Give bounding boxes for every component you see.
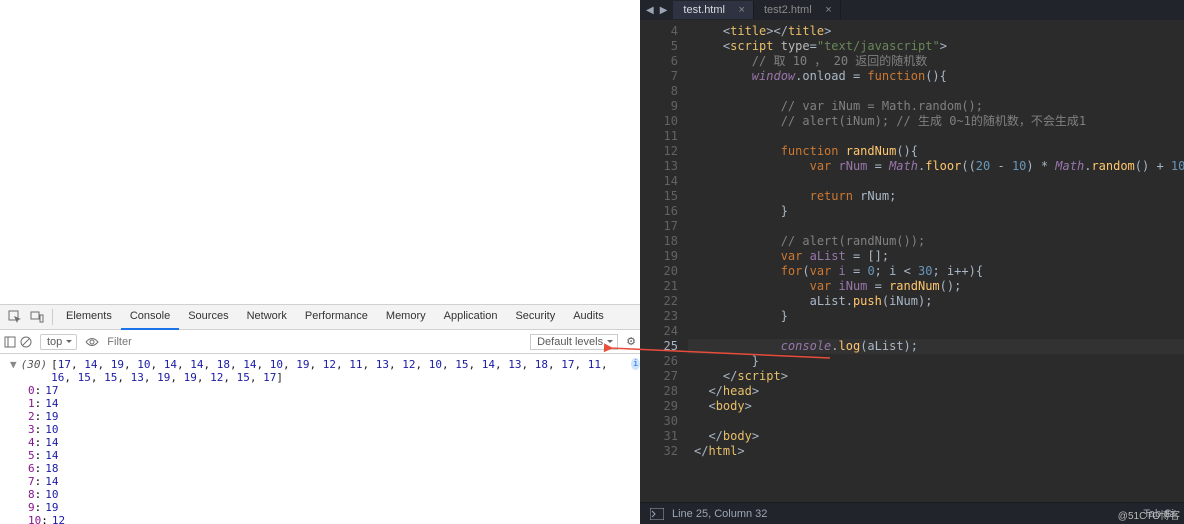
code-line[interactable]	[688, 219, 1184, 234]
devtools-tab-audits[interactable]: Audits	[564, 304, 613, 330]
devtools-tab-console[interactable]: Console	[121, 304, 179, 330]
array-item: 7:14	[28, 475, 640, 488]
code-line[interactable]: for(var i = 0; i < 30; i++){	[688, 264, 1184, 279]
editor-pane: ◀ ▶ test.html×test2.html× 45678910111213…	[640, 0, 1184, 524]
console-toolbar: top Default levels ⚙	[0, 330, 640, 354]
code-line[interactable]: var iNum = randNum();	[688, 279, 1184, 294]
editor-body[interactable]: 4567891011121314151617181920212223242526…	[640, 20, 1184, 502]
nav-back-icon[interactable]: ◀	[646, 5, 654, 16]
array-item: 1:14	[28, 397, 640, 410]
devtools-tab-security[interactable]: Security	[506, 304, 564, 330]
array-item: 8:10	[28, 488, 640, 501]
code-line[interactable]: </script>	[688, 369, 1184, 384]
code-line[interactable]	[688, 324, 1184, 339]
code-line[interactable]: var aList = [];	[688, 249, 1184, 264]
array-item: 0:17	[28, 384, 640, 397]
code-line[interactable]: </html>	[688, 444, 1184, 459]
code-line[interactable]	[688, 84, 1184, 99]
array-preview: [17, 14, 19, 10, 14, 14, 18, 14, 10, 19,…	[51, 358, 623, 384]
devtools-tab-elements[interactable]: Elements	[57, 304, 121, 330]
editor-statusbar: Line 25, Column 32 Tab Si	[640, 502, 1184, 524]
devtools-pane: ElementsConsoleSourcesNetworkPerformance…	[0, 0, 640, 524]
array-length-label: (30)	[21, 358, 48, 384]
code-line[interactable]: aList.push(iNum);	[688, 294, 1184, 309]
editor-titlebar: ◀ ▶ test.html×test2.html×	[640, 0, 1184, 20]
code-line[interactable]	[688, 174, 1184, 189]
console-output[interactable]: ▼ (30) [17, 14, 19, 10, 14, 14, 18, 14, …	[0, 354, 640, 524]
nav-forward-icon[interactable]: ▶	[660, 5, 668, 16]
code-line[interactable]: // alert(randNum());	[688, 234, 1184, 249]
array-item: 9:19	[28, 501, 640, 514]
cursor-position: Line 25, Column 32	[672, 508, 767, 520]
code-line[interactable]: </head>	[688, 384, 1184, 399]
devtools-tabs: ElementsConsoleSourcesNetworkPerformance…	[57, 304, 613, 330]
device-icon[interactable]	[26, 306, 48, 328]
eye-icon[interactable]	[85, 337, 99, 347]
context-selector[interactable]: top	[40, 334, 77, 350]
devtools-tab-performance[interactable]: Performance	[296, 304, 377, 330]
editor-tabs: test.html×test2.html×	[673, 1, 840, 19]
console-icon[interactable]	[650, 508, 664, 520]
code-line[interactable]: <script type="text/javascript">	[688, 39, 1184, 54]
filter-input[interactable]	[107, 336, 526, 348]
array-item: 10:12	[28, 514, 640, 524]
array-item: 4:14	[28, 436, 640, 449]
devtools-tab-memory[interactable]: Memory	[377, 304, 435, 330]
inspect-icon[interactable]	[4, 306, 26, 328]
code-line[interactable]: <title></title>	[688, 24, 1184, 39]
code-line[interactable]: }	[688, 309, 1184, 324]
info-icon[interactable]: i	[631, 358, 640, 370]
code-line[interactable]	[688, 129, 1184, 144]
code-line[interactable]: }	[688, 354, 1184, 369]
array-items: 0:171:142:193:104:145:146:187:148:109:19…	[0, 384, 640, 524]
code-line[interactable]: function randNum(){	[688, 144, 1184, 159]
line-gutter: 4567891011121314151617181920212223242526…	[640, 20, 688, 502]
editor-tab[interactable]: test.html×	[673, 1, 754, 19]
code-line[interactable]: console.log(aList);	[688, 339, 1184, 354]
clear-console-icon[interactable]	[20, 336, 32, 348]
expand-triangle-icon[interactable]: ▼	[10, 358, 17, 384]
close-tab-icon[interactable]: ×	[825, 4, 831, 16]
watermark: @51CTO博客	[1118, 507, 1180, 522]
code-line[interactable]: }	[688, 204, 1184, 219]
devtools-tab-network[interactable]: Network	[238, 304, 296, 330]
code-line[interactable]: </body>	[688, 429, 1184, 444]
code-line[interactable]: window.onload = function(){	[688, 69, 1184, 84]
close-tab-icon[interactable]: ×	[739, 4, 745, 16]
code-area[interactable]: <title></title> <script type="text/javas…	[688, 20, 1184, 502]
array-item: 2:19	[28, 410, 640, 423]
array-item: 3:10	[28, 423, 640, 436]
code-line[interactable]: <body>	[688, 399, 1184, 414]
log-levels-selector[interactable]: Default levels	[530, 334, 618, 350]
array-item: 5:14	[28, 449, 640, 462]
editor-tab[interactable]: test2.html×	[754, 1, 841, 19]
array-summary[interactable]: ▼ (30) [17, 14, 19, 10, 14, 14, 18, 14, …	[0, 358, 640, 384]
code-line[interactable]: return rNum;	[688, 189, 1184, 204]
devtools-tab-application[interactable]: Application	[435, 304, 507, 330]
sidebar-toggle-icon[interactable]	[4, 336, 16, 348]
code-line[interactable]	[688, 414, 1184, 429]
code-line[interactable]: var rNum = Math.floor((20 - 10) * Math.r…	[688, 159, 1184, 174]
devtools-toolbar: ElementsConsoleSourcesNetworkPerformance…	[0, 304, 640, 330]
settings-gear-icon[interactable]: ⚙	[626, 335, 636, 348]
code-line[interactable]: // var iNum = Math.random();	[688, 99, 1184, 114]
array-item: 6:18	[28, 462, 640, 475]
devtools-tab-sources[interactable]: Sources	[179, 304, 237, 330]
code-line[interactable]: // alert(iNum); // 生成 0~1的随机数，不会生成1	[688, 114, 1184, 129]
code-line[interactable]: // 取 10 ， 20 返回的随机数	[688, 54, 1184, 69]
separator	[52, 309, 53, 325]
